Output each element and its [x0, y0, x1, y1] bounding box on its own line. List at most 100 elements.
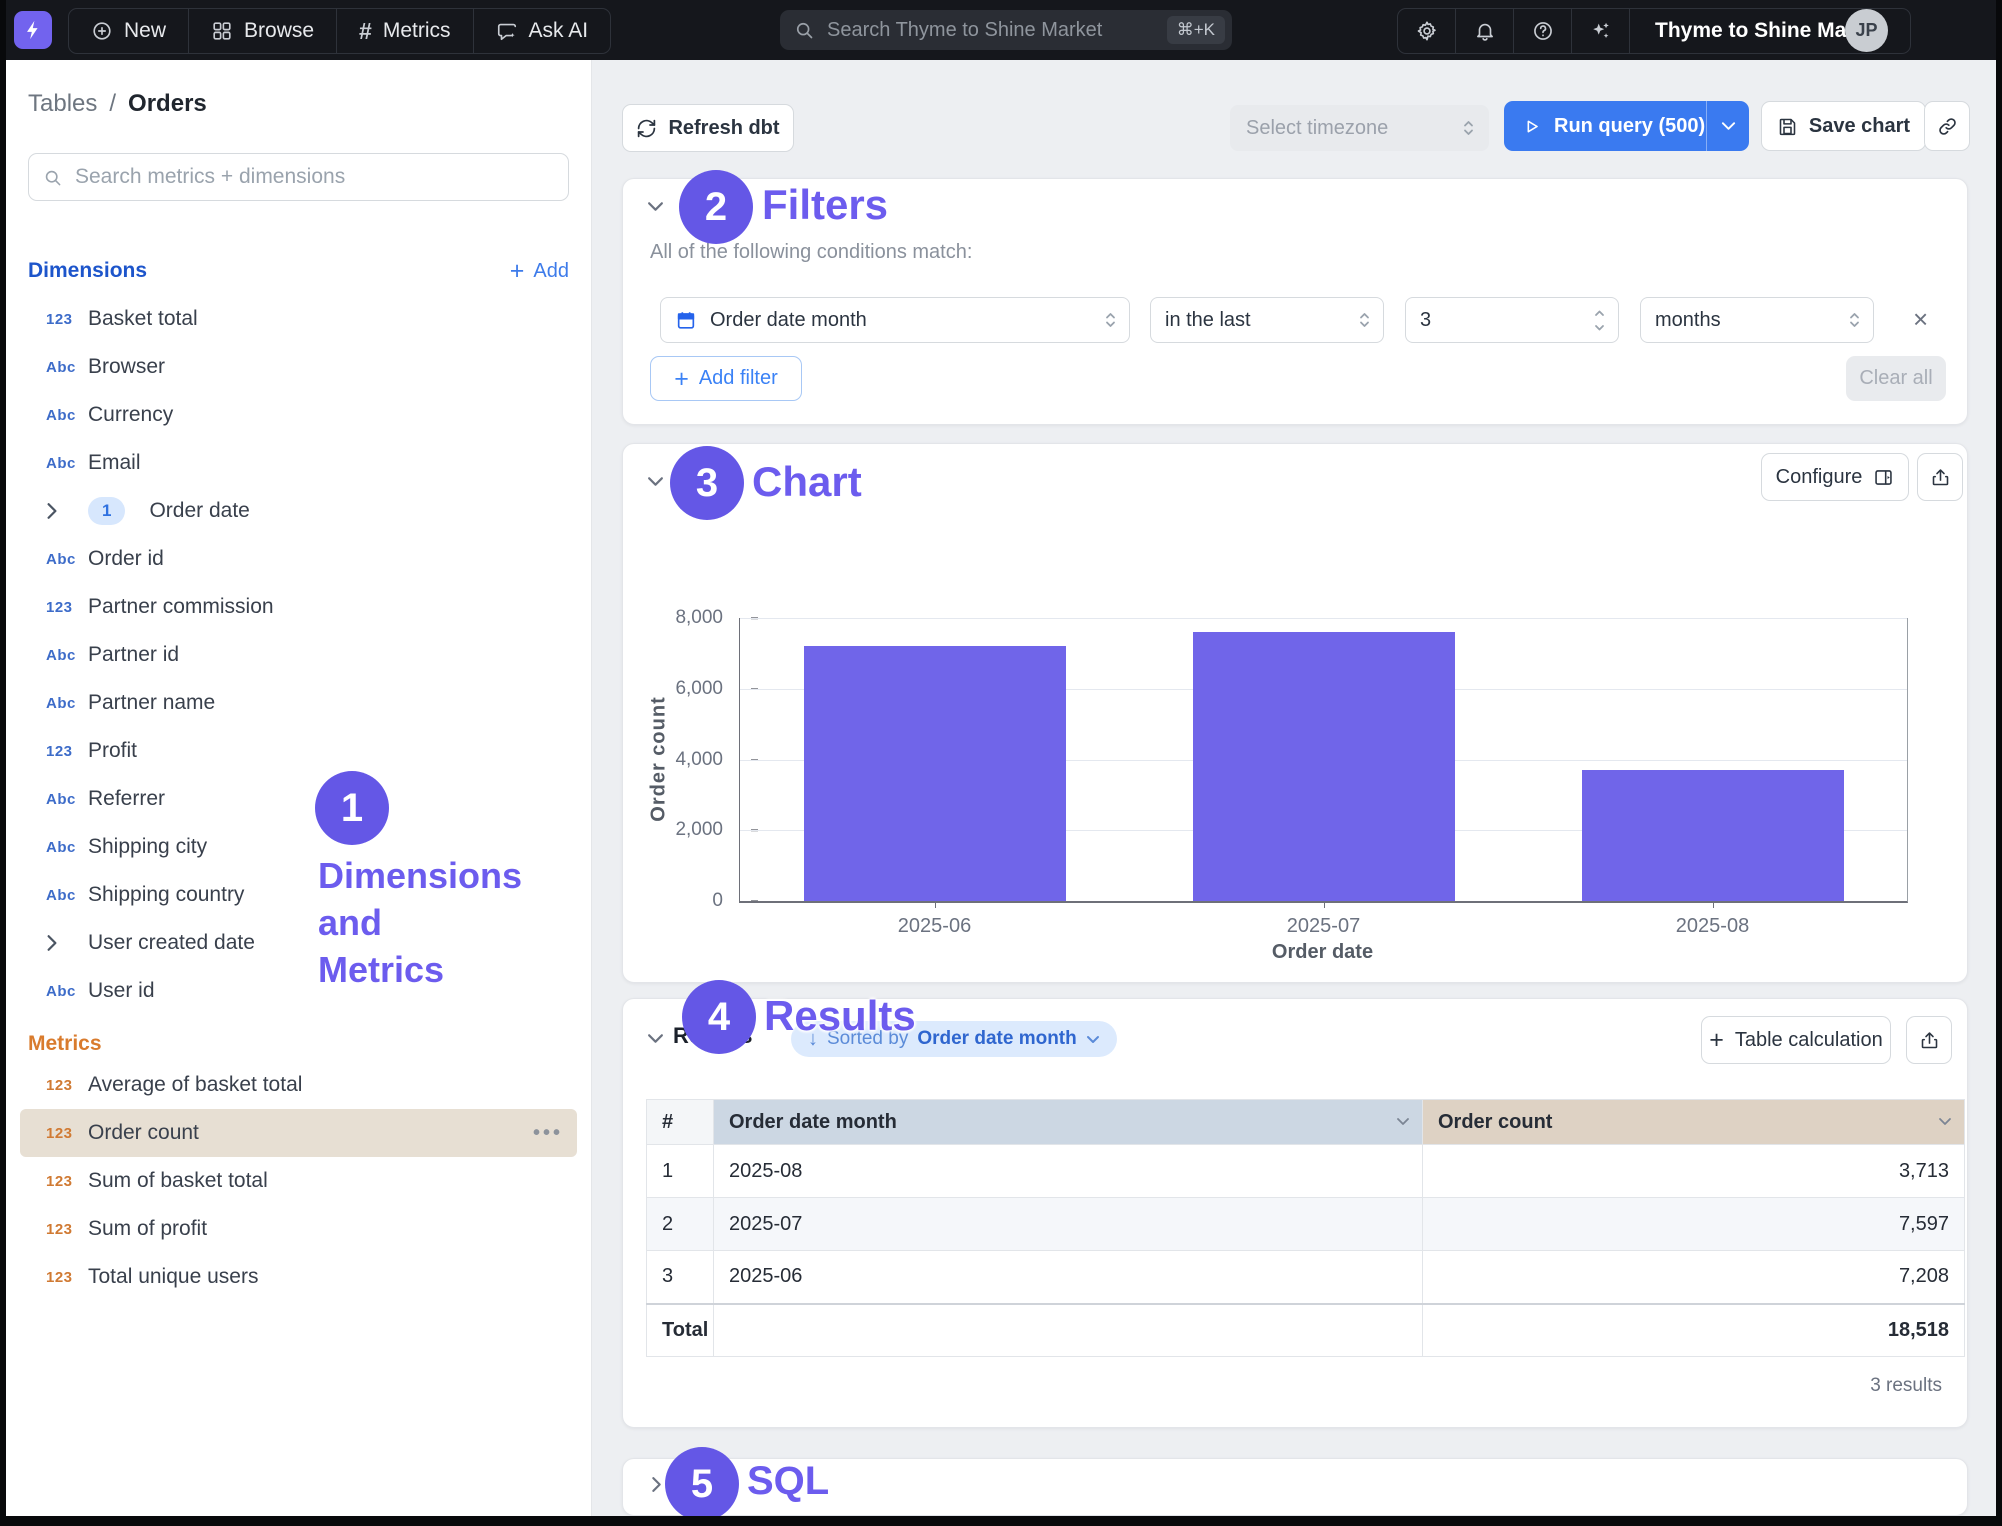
- add-dimension-button[interactable]: + Add: [510, 260, 569, 283]
- chevron-down-icon[interactable]: [1396, 1117, 1410, 1126]
- x-axis-title: Order date: [739, 941, 1906, 964]
- bar-2025-08[interactable]: [1582, 770, 1844, 901]
- item-options-icon[interactable]: •••: [533, 1122, 563, 1145]
- export-chart-button[interactable]: [1917, 453, 1963, 501]
- add-filter-button[interactable]: + Add filter: [650, 356, 802, 401]
- bar-chart: 2025-062025-072025-08: [739, 618, 1908, 903]
- column-header-order-date-month[interactable]: Order date month: [714, 1100, 1423, 1145]
- fields-search-input[interactable]: Search metrics + dimensions: [28, 153, 569, 201]
- breadcrumb-separator: /: [109, 90, 116, 118]
- chevron-down-icon[interactable]: [1938, 1117, 1952, 1126]
- sidebar-item-profit[interactable]: 123Profit: [6, 727, 591, 775]
- run-query-button[interactable]: Run query (500): [1504, 101, 1749, 151]
- table-calculation-button[interactable]: + Table calculation: [1701, 1016, 1891, 1064]
- plus-icon: +: [674, 369, 689, 389]
- string-type-icon: Abc: [46, 887, 88, 904]
- sidebar-item-referrer[interactable]: AbcReferrer: [6, 775, 591, 823]
- annotation-4-circle: 4: [682, 980, 756, 1054]
- table-row[interactable]: 32025-067,208: [647, 1251, 1965, 1304]
- save-chart-button[interactable]: Save chart: [1761, 101, 1926, 151]
- sidebar-item-average-of-basket-total[interactable]: 123Average of basket total: [6, 1061, 591, 1109]
- bell-icon[interactable]: [1455, 9, 1513, 53]
- sidebar-item-sum-of-profit[interactable]: 123Sum of profit: [6, 1205, 591, 1253]
- filter-count-badge: 1: [88, 497, 125, 525]
- app-logo[interactable]: [14, 11, 52, 49]
- sidebar-item-email[interactable]: AbcEmail: [6, 439, 591, 487]
- chevron-updown-icon: [1848, 310, 1861, 330]
- collapse-chart-icon[interactable]: [647, 476, 664, 487]
- filter-field-select[interactable]: Order date month: [660, 297, 1130, 343]
- clear-all-button[interactable]: Clear all: [1846, 356, 1946, 401]
- column-header-[interactable]: #: [647, 1100, 714, 1145]
- x-tick-mark: [1713, 901, 1715, 908]
- main-content: Refresh dbt Select timezone Run query (5…: [592, 60, 1996, 1516]
- number-stepper[interactable]: [1593, 309, 1606, 332]
- bar-2025-07[interactable]: [1193, 632, 1455, 901]
- number-type-icon: 123: [46, 1269, 88, 1286]
- annotation-3-circle: 3: [670, 446, 744, 520]
- filters-condition-text: All of the following conditions match:: [650, 241, 972, 264]
- nav-item-metrics[interactable]: #Metrics: [336, 9, 472, 53]
- nav-item-new[interactable]: New: [69, 9, 188, 53]
- export-results-button[interactable]: [1906, 1016, 1952, 1064]
- string-type-icon: Abc: [46, 647, 88, 664]
- panel-icon: [1873, 467, 1894, 488]
- total-label: Total: [647, 1304, 714, 1357]
- sidebar-item-partner-id[interactable]: AbcPartner id: [6, 631, 591, 679]
- breadcrumb-tables[interactable]: Tables: [28, 90, 97, 118]
- sidebar-item-label: Shipping city: [88, 835, 207, 859]
- table-row[interactable]: 22025-077,597: [647, 1198, 1965, 1251]
- sidebar-item-order-date[interactable]: 1Order date: [6, 487, 591, 535]
- filter-operator-select[interactable]: in the last: [1150, 297, 1384, 343]
- sidebar-item-label: Average of basket total: [88, 1073, 302, 1097]
- run-query-options-button[interactable]: [1707, 101, 1749, 151]
- expand-sql-icon[interactable]: [651, 1476, 662, 1493]
- sidebar-item-sum-of-basket-total[interactable]: 123Sum of basket total: [6, 1157, 591, 1205]
- timezone-select[interactable]: Select timezone: [1230, 105, 1489, 151]
- metrics-header: Metrics: [28, 1029, 569, 1059]
- sidebar-item-total-unique-users[interactable]: 123Total unique users: [6, 1253, 591, 1301]
- nav-item-label: New: [124, 19, 166, 43]
- column-header-order-count[interactable]: Order count: [1423, 1100, 1965, 1145]
- chevron-right-icon[interactable]: [46, 502, 88, 520]
- refresh-dbt-button[interactable]: Refresh dbt: [622, 104, 794, 152]
- sidebar-item-user-id[interactable]: AbcUser id: [6, 967, 591, 1015]
- sidebar-item-user-created-date[interactable]: User created date: [6, 919, 591, 967]
- configure-button[interactable]: Configure: [1761, 453, 1909, 501]
- x-tick-label: 2025-06: [865, 915, 1005, 938]
- annotation-1-circle: 1: [315, 771, 389, 845]
- dimensions-title: Dimensions: [28, 259, 147, 283]
- sidebar-item-partner-name[interactable]: AbcPartner name: [6, 679, 591, 727]
- sidebar-item-partner-commission[interactable]: 123Partner commission: [6, 583, 591, 631]
- sidebar-item-basket-total[interactable]: 123Basket total: [6, 295, 591, 343]
- sidebar-item-label: Order id: [88, 547, 164, 571]
- share-link-button[interactable]: [1924, 101, 1970, 151]
- sidebar-item-label: Browser: [88, 355, 165, 379]
- window-edge: [0, 0, 6, 1526]
- gear-icon[interactable]: [1398, 9, 1455, 53]
- dimensions-header: Dimensions + Add: [28, 256, 569, 286]
- table-row[interactable]: 12025-083,713: [647, 1145, 1965, 1198]
- bar-2025-06[interactable]: [804, 646, 1066, 901]
- sidebar-item-order-id[interactable]: AbcOrder id: [6, 535, 591, 583]
- string-type-icon: Abc: [46, 455, 88, 472]
- sparkles-icon[interactable]: [1571, 9, 1629, 53]
- nav-item-ask-ai[interactable]: Ask AI: [473, 9, 611, 53]
- sidebar-item-browser[interactable]: AbcBrowser: [6, 343, 591, 391]
- chevron-right-icon[interactable]: [46, 934, 88, 952]
- collapse-filters-icon[interactable]: [647, 201, 664, 212]
- gridline: [740, 618, 1907, 619]
- number-type-icon: 123: [46, 743, 88, 760]
- sidebar-item-order-count[interactable]: 123Order count•••: [20, 1109, 577, 1157]
- remove-filter-button[interactable]: ×: [1913, 306, 1928, 332]
- collapse-results-icon[interactable]: [647, 1033, 664, 1044]
- share-icon: [1930, 467, 1951, 488]
- avatar[interactable]: JP: [1845, 9, 1888, 52]
- nav-item-browse[interactable]: Browse: [188, 9, 336, 53]
- filter-amount-input[interactable]: 3: [1405, 297, 1619, 343]
- sidebar-item-currency[interactable]: AbcCurrency: [6, 391, 591, 439]
- global-search-input[interactable]: Search Thyme to Shine Market ⌘+K: [780, 10, 1232, 50]
- help-icon[interactable]: [1513, 9, 1571, 53]
- refresh-icon: [636, 118, 657, 139]
- filter-unit-select[interactable]: months: [1640, 297, 1874, 343]
